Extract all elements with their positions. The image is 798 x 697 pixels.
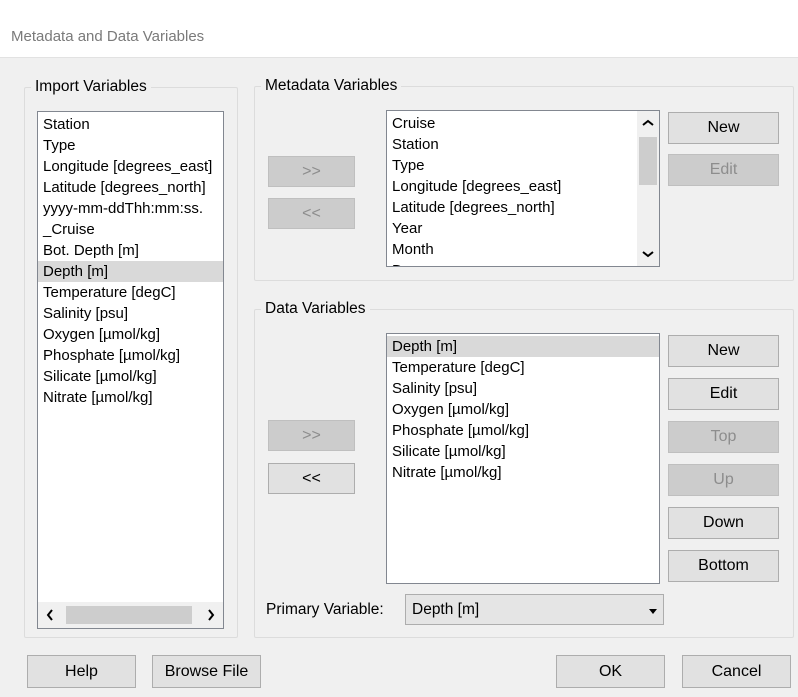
list-item[interactable]: Temperature [degC]: [38, 282, 223, 303]
list-item[interactable]: Temperature [degC]: [387, 357, 659, 378]
data-variables-list[interactable]: Depth [m] Temperature [degC] Salinity [psu…: [386, 333, 660, 584]
import-variables-legend: Import Variables: [35, 78, 147, 95]
list-item[interactable]: _Cruise: [38, 219, 223, 240]
list-item[interactable]: Depth [m]: [387, 336, 659, 357]
list-item[interactable]: Silicate [µmol/kg]: [38, 366, 223, 387]
list-item[interactable]: Bot. Depth [m]: [38, 240, 223, 261]
metadata-remove-button[interactable]: <<: [268, 198, 355, 229]
list-item[interactable]: Nitrate [µmol/kg]: [387, 462, 659, 483]
list-item[interactable]: Phosphate [µmol/kg]: [38, 345, 223, 366]
move-top-button[interactable]: Top: [668, 421, 779, 453]
list-item[interactable]: Longitude [degrees_east]: [387, 176, 637, 197]
metadata-add-button[interactable]: >>: [268, 156, 355, 187]
list-item[interactable]: Latitude [degrees_north]: [38, 177, 223, 198]
dropdown-caret-icon: [649, 601, 657, 619]
scroll-right-icon[interactable]: [199, 602, 223, 628]
list-item[interactable]: yyyy-mm-ddThh:mm:ss.: [38, 198, 223, 219]
move-bottom-button[interactable]: Bottom: [668, 550, 779, 582]
metadata-new-button[interactable]: New: [668, 112, 779, 144]
data-remove-button[interactable]: <<: [268, 463, 355, 494]
ok-button[interactable]: OK: [556, 655, 665, 688]
list-item[interactable]: Station: [387, 134, 637, 155]
list-item[interactable]: Latitude [degrees_north]: [387, 197, 637, 218]
list-item[interactable]: Phosphate [µmol/kg]: [387, 420, 659, 441]
title-bar: Metadata and Data Variables: [0, 0, 798, 58]
data-new-button[interactable]: New: [668, 335, 779, 367]
scroll-up-icon[interactable]: [637, 113, 659, 133]
list-item[interactable]: Month: [387, 239, 637, 260]
horizontal-scroll-thumb[interactable]: [66, 606, 192, 624]
list-item[interactable]: Salinity [psu]: [387, 378, 659, 399]
list-item[interactable]: Year: [387, 218, 637, 239]
dialog: Metadata and Data Variables Import Varia…: [0, 0, 798, 697]
list-item[interactable]: Oxygen [µmol/kg]: [387, 399, 659, 420]
list-item[interactable]: Station: [38, 114, 223, 135]
list-item[interactable]: Silicate [µmol/kg]: [387, 441, 659, 462]
data-add-button[interactable]: >>: [268, 420, 355, 451]
help-button[interactable]: Help: [27, 655, 136, 688]
vertical-scroll-thumb[interactable]: [639, 137, 657, 185]
list-item[interactable]: Nitrate [µmol/kg]: [38, 387, 223, 408]
list-item[interactable]: Cruise: [387, 113, 637, 134]
import-variables-list[interactable]: Station Type Longitude [degrees_east] Latit…: [37, 111, 224, 629]
list-item[interactable]: Type: [38, 135, 223, 156]
move-down-button[interactable]: Down: [668, 507, 779, 539]
metadata-variables-legend: Metadata Variables: [265, 77, 398, 94]
primary-variable-select[interactable]: Depth [m]: [405, 594, 664, 625]
list-item[interactable]: Oxygen [µmol/kg]: [38, 324, 223, 345]
list-item[interactable]: Type: [387, 155, 637, 176]
list-item[interactable]: Day: [387, 260, 637, 266]
list-item[interactable]: Depth [m]: [38, 261, 223, 282]
list-item[interactable]: Longitude [degrees_east]: [38, 156, 223, 177]
metadata-edit-button[interactable]: Edit: [668, 154, 779, 186]
browse-file-button[interactable]: Browse File: [152, 655, 261, 688]
data-variables-legend: Data Variables: [265, 300, 366, 317]
scroll-down-icon[interactable]: [637, 244, 659, 264]
data-edit-button[interactable]: Edit: [668, 378, 779, 410]
window-title: Metadata and Data Variables: [11, 28, 205, 45]
scroll-left-icon[interactable]: [38, 602, 62, 628]
list-item[interactable]: Salinity [psu]: [38, 303, 223, 324]
metadata-variables-list[interactable]: Cruise Station Type Longitude [degrees_east…: [386, 110, 660, 267]
move-up-button[interactable]: Up: [668, 464, 779, 496]
cancel-button[interactable]: Cancel: [682, 655, 791, 688]
horizontal-scrollbar[interactable]: [38, 602, 223, 628]
primary-variable-value: Depth [m]: [412, 600, 480, 618]
vertical-scrollbar[interactable]: [637, 111, 659, 266]
primary-variable-label: Primary Variable:: [266, 601, 384, 618]
